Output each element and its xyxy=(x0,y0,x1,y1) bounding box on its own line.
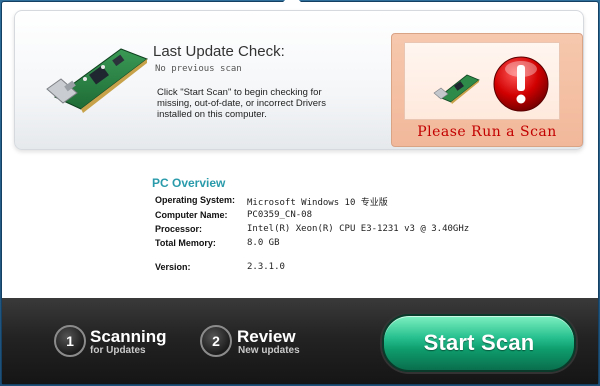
start-scan-button[interactable]: Start Scan xyxy=(382,314,576,372)
update-header-panel: Last Update Check: No previous scan Clic… xyxy=(14,10,584,150)
pc-overview-title: PC Overview xyxy=(152,176,226,190)
step-2-title: Review xyxy=(237,327,296,346)
overview-value: PC0359_CN-08 xyxy=(247,210,313,220)
step-1-badge: 1 xyxy=(54,325,86,357)
pc-overview: PC Overview Operating System: Microsoft … xyxy=(152,176,469,272)
overview-label: Version: xyxy=(155,262,191,272)
please-run-scan-message: Please Run a Scan xyxy=(417,124,557,140)
overview-label: Operating System: xyxy=(155,195,236,205)
warning-exclamation-icon xyxy=(493,56,549,112)
overview-value: Intel(R) Xeon(R) CPU E3-1231 v3 @ 3.40GH… xyxy=(247,224,470,234)
network-card-icon xyxy=(433,74,480,104)
step-1-subtitle: for Updates xyxy=(90,345,146,356)
overview-value: Microsoft Windows 10 专业版 xyxy=(247,198,388,208)
footer-bar: 1 Scanning for Updates 2 Review New upda… xyxy=(2,298,598,384)
overview-value: 8.0 GB xyxy=(247,238,280,248)
step-1-title: Scanning xyxy=(90,327,167,346)
alert-image-area xyxy=(404,42,560,120)
overview-label: Processor: xyxy=(155,224,203,234)
network-card-icon xyxy=(46,48,149,113)
last-update-status: No previous scan xyxy=(155,64,242,74)
overview-label: Total Memory: xyxy=(155,238,216,248)
scan-alert-box: Please Run a Scan xyxy=(391,33,583,147)
last-update-title: Last Update Check: xyxy=(153,43,285,60)
step-2-subtitle: New updates xyxy=(238,345,300,356)
overview-value: 2.3.1.0 xyxy=(247,262,285,272)
overview-label: Computer Name: xyxy=(155,210,228,220)
step-2-badge: 2 xyxy=(200,325,232,357)
update-description: Click "Start Scan" to begin checking for… xyxy=(157,87,326,120)
